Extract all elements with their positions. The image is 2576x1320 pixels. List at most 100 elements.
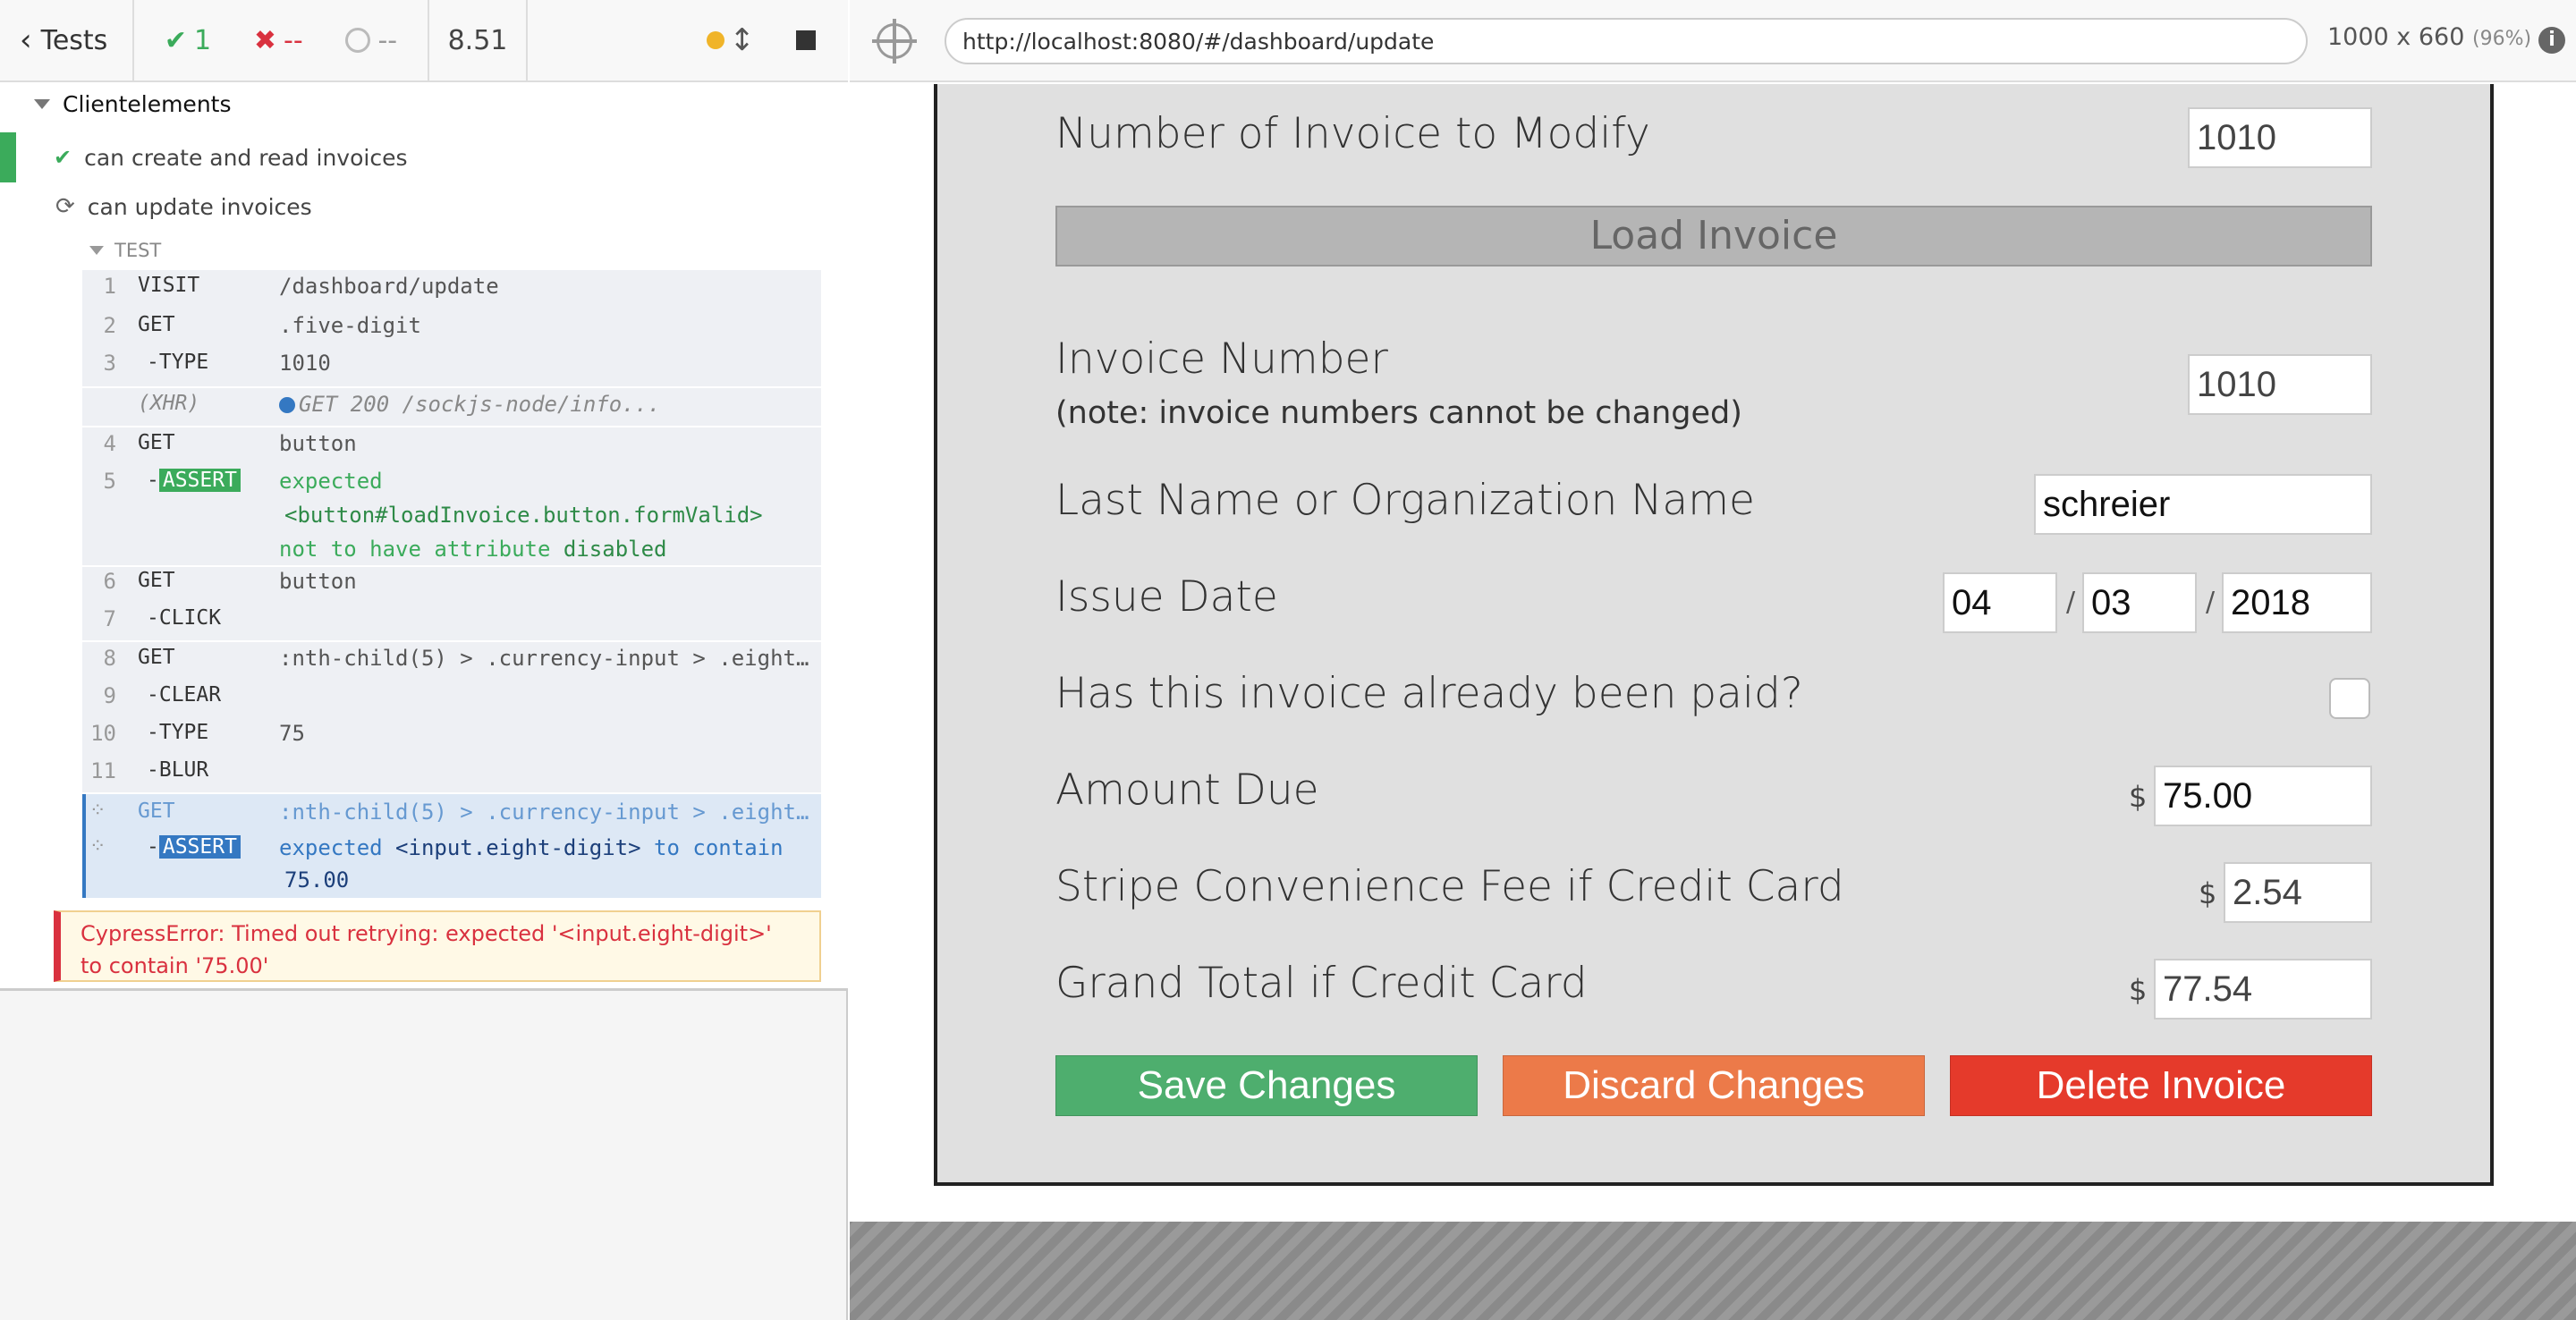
selector-playground-icon[interactable] xyxy=(872,19,917,63)
loading-spinner-icon: ⁘ xyxy=(89,835,106,858)
command-number: 8 xyxy=(103,646,116,671)
command-name: GET xyxy=(138,800,175,823)
run-controls: ↕ xyxy=(528,0,848,81)
name-label: Last Name or Organization Name xyxy=(1055,476,1755,525)
pending-count: -- xyxy=(377,24,398,56)
invoice-number-label: Invoice Number xyxy=(1055,334,1388,384)
check-icon: ✔ xyxy=(54,145,72,170)
command-name: GET xyxy=(138,646,175,669)
refresh-icon: ⟳ xyxy=(55,193,75,220)
name-input[interactable]: schreier xyxy=(2034,474,2372,535)
test-title: can update invoices xyxy=(87,193,312,220)
command-number: 10 xyxy=(90,721,116,746)
auto-scroll-icon[interactable]: ↕ xyxy=(730,22,756,58)
assert-subject: <button#loadInvoice.button.formValid> xyxy=(284,503,763,528)
load-invoice-button[interactable]: Load Invoice xyxy=(1055,206,2372,267)
info-icon[interactable]: i xyxy=(2538,27,2565,54)
caret-down-icon xyxy=(34,99,50,109)
assert-phrase: to contain xyxy=(654,835,784,860)
assert-badge: ASSERT xyxy=(158,835,241,859)
command-message: :nth-child(5) > .currency-input > .eight… xyxy=(279,646,809,671)
pending-circle-icon xyxy=(345,28,371,53)
modify-invoice-input[interactable]: 1010 xyxy=(2188,107,2372,168)
zoom-level: (96%) xyxy=(2472,28,2532,50)
failed-stat[interactable]: ✖ -- xyxy=(254,25,303,56)
command-message: 75 xyxy=(279,721,305,746)
xhr-message: GET 200 /sockjs-node/info... xyxy=(299,392,661,417)
date-day-input[interactable]: 03 xyxy=(2082,572,2197,633)
command-name: VISIT xyxy=(138,274,200,297)
command-name: - ASSERT xyxy=(147,835,241,859)
failed-count: -- xyxy=(284,24,303,56)
discard-changes-button[interactable]: Discard Changes xyxy=(1503,1055,1925,1116)
reporter-header: ‹ Tests ✔ 1 ✖ -- -- 8.51 ↕ xyxy=(0,0,848,82)
suite-title: Clientelements xyxy=(63,91,232,117)
duration: 8.51 xyxy=(429,0,528,81)
currency-symbol: $ xyxy=(2129,973,2148,1007)
hook-header[interactable]: TEST xyxy=(89,240,161,261)
assert-text: not to have attribute disabled xyxy=(279,537,816,562)
error-message[interactable]: CypressError: Timed out retrying: expect… xyxy=(54,910,821,982)
assert-value: 75.00 xyxy=(284,867,350,893)
fee-field: 2.54 xyxy=(2224,862,2372,923)
currency-symbol: $ xyxy=(2129,780,2148,814)
caret-down-icon xyxy=(89,246,104,255)
stats: ✔ 1 ✖ -- -- xyxy=(134,0,429,81)
delete-invoice-button[interactable]: Delete Invoice xyxy=(1950,1055,2372,1116)
suite-header[interactable]: Clientelements xyxy=(34,91,232,117)
loading-spinner-icon: ⁘ xyxy=(89,800,106,822)
paid-label: Has this invoice already been paid? xyxy=(1055,669,1803,718)
stop-icon[interactable] xyxy=(796,30,816,50)
fee-label: Stripe Convenience Fee if Credit Card xyxy=(1055,862,1844,911)
command-name: -BLUR xyxy=(147,758,209,782)
command-message: :nth-child(5) > .currency-input > .eight… xyxy=(279,800,809,825)
error-line: to contain '75.00' xyxy=(80,953,269,978)
grand-total-field: 77.54 xyxy=(2154,959,2372,1020)
command-name: GET xyxy=(138,313,175,336)
date-separator: / xyxy=(2206,587,2216,618)
assert-value: disabled xyxy=(563,537,667,562)
command-name: GET xyxy=(138,431,175,454)
date-year-input[interactable]: 2018 xyxy=(2222,572,2372,633)
command-name: - ASSERT xyxy=(147,469,241,492)
hook-label: TEST xyxy=(114,240,162,261)
running-indicator-icon xyxy=(706,31,724,49)
tests-button[interactable]: ‹ Tests xyxy=(0,0,134,81)
pending-stat[interactable]: -- xyxy=(345,25,397,56)
command-message: button xyxy=(279,431,357,456)
paid-checkbox[interactable] xyxy=(2329,678,2370,719)
command-number: 5 xyxy=(103,469,116,494)
command-number: 4 xyxy=(103,431,116,456)
passed-stat[interactable]: ✔ 1 xyxy=(165,25,211,56)
command-message: GET 200 /sockjs-node/info... xyxy=(279,392,816,417)
currency-symbol: $ xyxy=(2199,876,2217,910)
invoice-number-input[interactable]: 1010 xyxy=(2188,354,2372,415)
amount-due-input[interactable]: 75.00 xyxy=(2154,766,2372,826)
test-item-running[interactable]: ⟳ can update invoices xyxy=(0,193,848,220)
invoice-number-note: (note: invoice numbers cannot be changed… xyxy=(1055,395,1742,431)
command-message: .five-digit xyxy=(279,313,421,338)
command-message: /dashboard/update xyxy=(279,274,499,299)
command-name: GET xyxy=(138,569,175,592)
test-title: can create and read invoices xyxy=(84,144,408,171)
viewport-info: 1000 x 660 (96%) xyxy=(2327,23,2531,51)
command-number: 2 xyxy=(103,313,116,338)
pass-bar xyxy=(0,132,16,182)
command-number: 3 xyxy=(103,351,116,376)
date-month-input[interactable]: 04 xyxy=(1943,572,2057,633)
assert-text: expected <input.eight-digit> to contain xyxy=(279,835,816,860)
issue-date-label: Issue Date xyxy=(1055,572,1278,622)
save-changes-button[interactable]: Save Changes xyxy=(1055,1055,1478,1116)
test-item-passed[interactable]: ✔ can create and read invoices xyxy=(0,132,848,182)
command-name: -TYPE xyxy=(147,721,209,744)
url-bar[interactable]: http://localhost:8080/#/dashboard/update xyxy=(945,18,2308,64)
command-name: -CLICK xyxy=(147,606,222,630)
assert-phrase: not to have attribute xyxy=(279,537,551,562)
command-number: 7 xyxy=(103,606,116,631)
command-name: (XHR) xyxy=(138,392,200,415)
x-icon: ✖ xyxy=(253,24,277,56)
command-name: -TYPE xyxy=(147,351,209,374)
command-name: -CLEAR xyxy=(147,683,222,707)
grand-total-label: Grand Total if Credit Card xyxy=(1055,959,1588,1008)
viewport-size: 1000 x 660 xyxy=(2327,23,2465,51)
